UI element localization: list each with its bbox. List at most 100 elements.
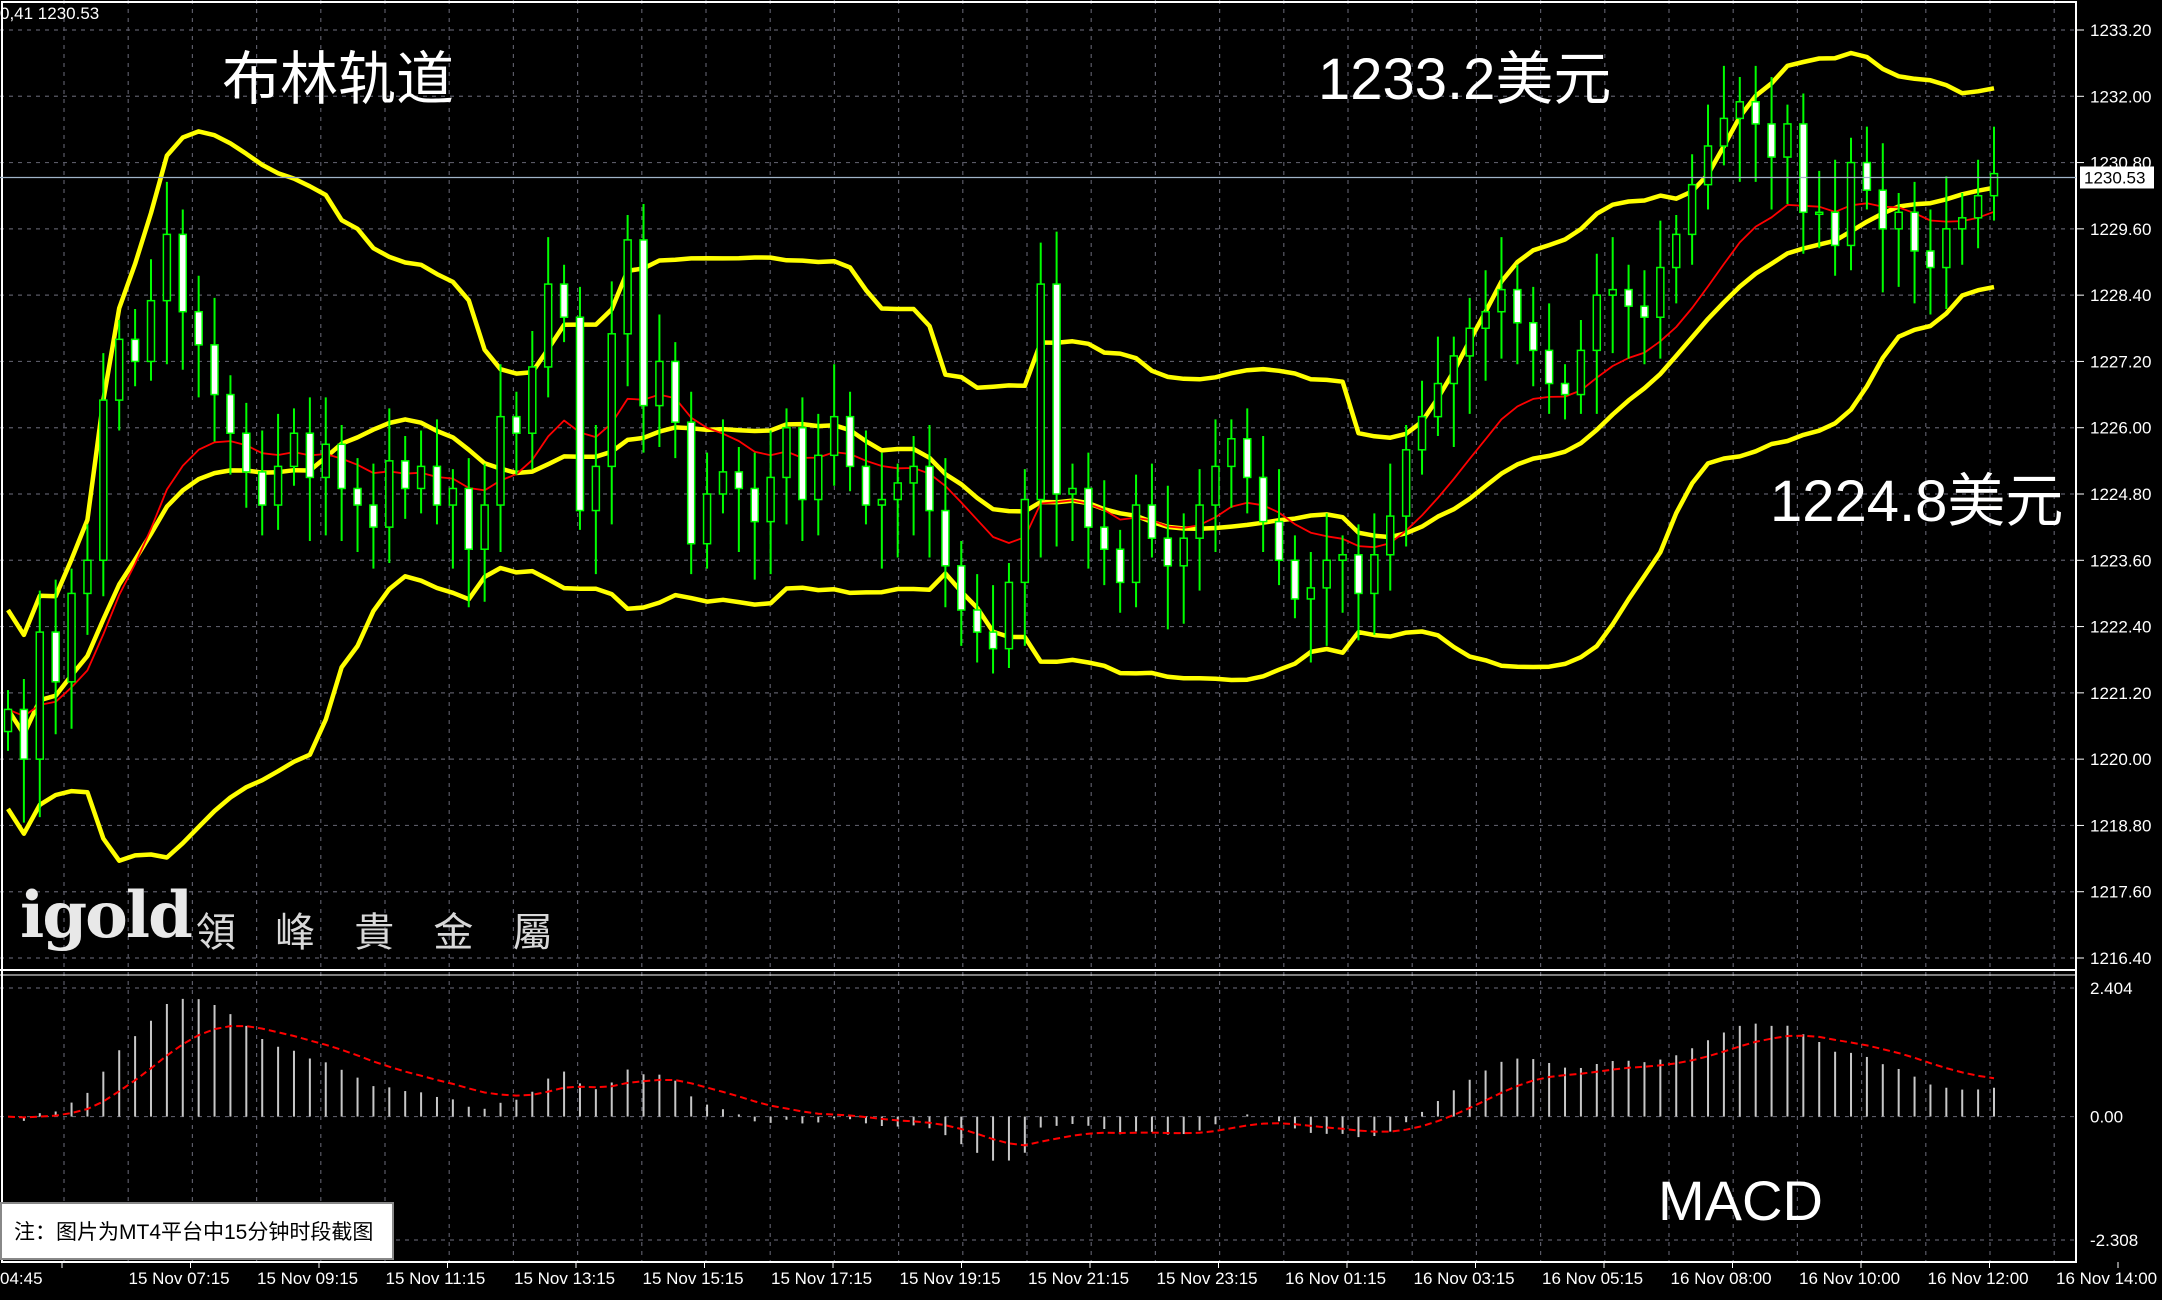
candle [957,540,966,646]
candle-body [1052,283,1061,495]
candle [385,408,394,564]
candle-body [972,609,982,633]
macd-signal-line [7,1025,1995,1147]
candle-body [1163,537,1173,567]
candle [130,308,140,387]
logo-chinese-text: 領 峰 貴 金 屬 [196,911,567,955]
candle [51,579,60,735]
candle-body [861,465,871,506]
candle-body [829,415,839,457]
candle [1163,485,1173,630]
time-tick-label: 15 Nov 07:15 [129,1269,230,1288]
candle-body [67,592,76,683]
time-tick-label: 15 Nov 19:15 [900,1269,1001,1288]
candle [1751,65,1760,182]
candle-body [369,504,378,528]
candle-body [957,565,966,611]
time-tick-label: 15 Nov 17:15 [771,1269,872,1288]
candle-body [1290,559,1300,600]
candle [829,364,839,486]
candle-body [289,432,299,468]
candle [1862,126,1872,210]
candle-body [1211,465,1220,506]
candle-body [385,460,394,528]
candle-body [51,631,60,683]
candle [1481,270,1490,381]
time-tick-label: 15 Nov 23:15 [1157,1269,1258,1288]
screenshot-note: 注：图片为MT4平台中15分钟时段截图 [0,1202,394,1260]
candle-body [528,366,537,434]
candle-body [1814,211,1824,216]
candle-body [1131,504,1141,584]
candle-body [1195,504,1204,539]
candle-body [1243,438,1252,479]
candle [162,181,172,365]
candle [496,364,505,552]
candle [623,215,632,387]
chart-title: 布林轨道 [222,47,455,112]
candle-body [1528,322,1538,352]
candle-body [814,454,823,501]
candle-body [83,559,92,595]
candle-body [1227,438,1236,468]
price-tick-label: 1221.20 [2090,684,2151,703]
candle-body [655,360,664,407]
candle [734,447,744,552]
candle [528,331,537,470]
candle-body [1640,305,1649,318]
price-tick-label: 1217.60 [2090,883,2151,902]
candle [1576,320,1586,414]
candle-body [1258,476,1268,523]
candle-body [416,465,426,490]
candle-body [1719,117,1729,147]
candle [1687,154,1697,265]
candle-body [226,393,235,434]
candle [1957,192,1967,265]
candle-body [1100,526,1109,550]
candle [1258,436,1268,552]
chart-header-readout: 0,41 1230.53 [0,4,100,23]
candle-body [1036,283,1045,501]
candle [1513,264,1522,365]
candle [1735,76,1745,182]
candle-body [1274,520,1284,562]
candle [1131,474,1141,608]
candle-body [1544,349,1554,385]
candle [464,458,474,608]
candle [1290,535,1300,619]
candle [1370,513,1379,635]
price-tick-label: 1227.20 [2090,352,2151,371]
candle-body [210,344,219,396]
candle [448,469,458,569]
candle-body [1513,288,1522,324]
macd-tick-label: -2.308 [2090,1231,2138,1250]
candle-body [1656,266,1665,318]
candle-body [1068,487,1077,495]
candle-body [1767,123,1776,158]
candle-body [1687,183,1697,236]
candle [1560,364,1570,420]
candle [1004,563,1014,668]
bollinger-upper-band [6,50,1995,638]
candle [671,342,680,459]
candle-body [1322,559,1331,589]
candle [925,424,934,558]
candle-body [162,233,172,302]
price-tick-label: 1229.60 [2090,220,2151,239]
candle [83,524,92,635]
candle-body [1846,161,1856,247]
candle-body [702,493,712,545]
candle-body [1624,288,1633,307]
candle [178,209,188,370]
candle-body [750,487,759,523]
candle-body [639,239,648,407]
candle [1195,469,1204,591]
candle [289,408,299,486]
candle [877,452,887,569]
time-tick-label: 15 Nov 21:15 [1028,1269,1129,1288]
candle [242,402,251,508]
candle [655,314,664,448]
candle-body [496,415,505,506]
candle-body [146,299,156,363]
candle-body [1386,515,1395,556]
